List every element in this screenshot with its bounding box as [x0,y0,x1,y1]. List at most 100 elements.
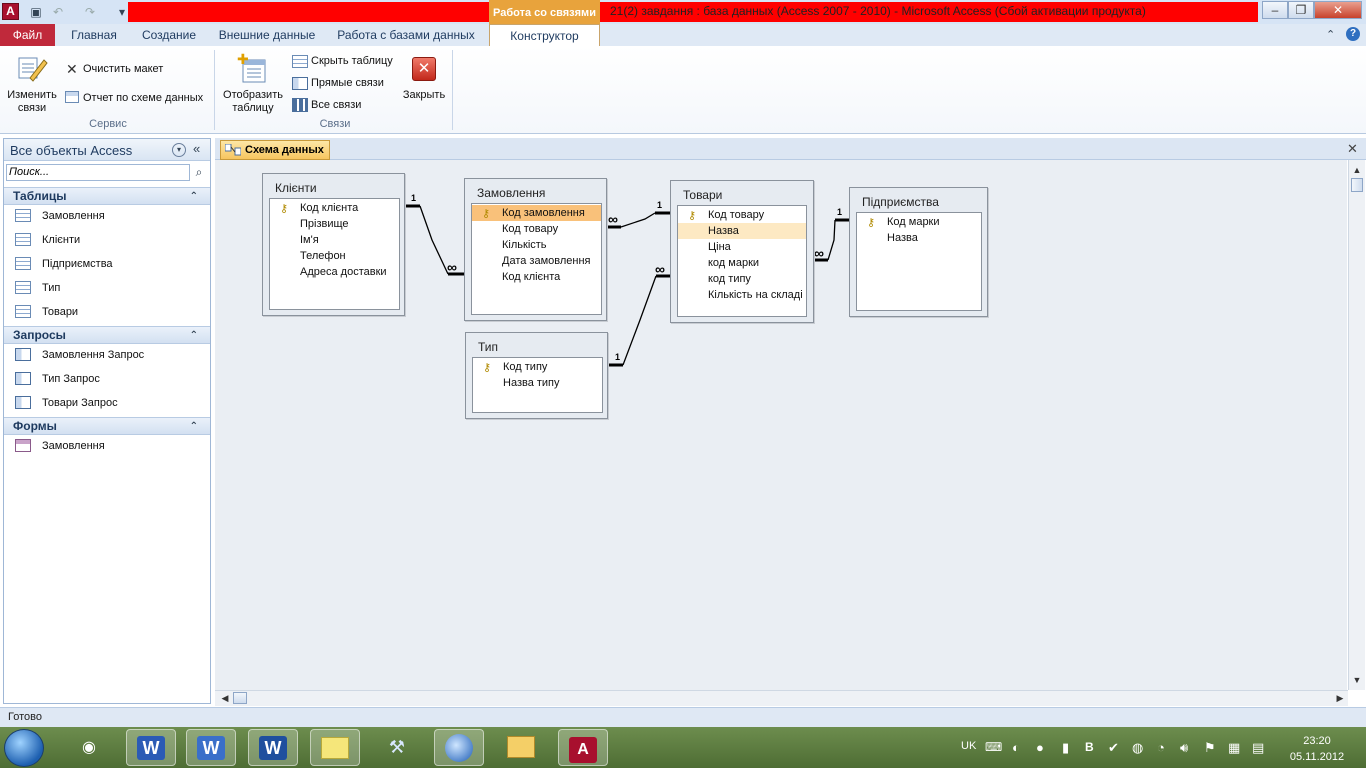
field-row[interactable]: ⚷ Код марки [857,214,981,230]
language-indicator[interactable]: UK [961,740,976,752]
tools-app-icon[interactable]: ⚒ [372,729,422,766]
system-clock[interactable]: 23:20 05.11.2012 [1282,733,1352,765]
folder-icon[interactable] [507,736,535,758]
field-row[interactable]: Адреса доставки [270,264,399,280]
field-name: Код замовлення [502,207,585,219]
keyboard-icon[interactable]: ⌨ [985,740,1002,754]
checkmark-icon[interactable]: ✔ [1108,740,1119,756]
field-name: Код клієнта [502,271,561,283]
field-row[interactable]: Код клієнта [472,269,601,285]
field-list[interactable]: ⚷ Код типу Назва типу [472,357,603,413]
vertical-scrollbar[interactable] [1348,160,1365,690]
field-name: Ціна [708,241,731,253]
table-box-goods[interactable]: Товари ⚷ Код товару Назва Ціна код марки … [670,180,814,323]
field-name: Код типу [503,361,548,373]
field-row[interactable]: ⚷ Код клієнта [270,200,399,216]
field-row[interactable]: код типу [678,271,806,287]
field-row[interactable]: Кількість на складі [678,287,806,303]
relation-many-label: ∞ [655,261,665,277]
field-row[interactable]: Ціна [678,239,806,255]
volume-icon[interactable]: 🔊︎ [1180,740,1188,756]
table-box-clients[interactable]: Клієнти ⚷ Код клієнта Прізвище Ім'я Телеф… [262,173,405,316]
relation-many-label: ∞ [447,259,457,275]
field-list[interactable]: ⚷ Код марки Назва [856,212,982,311]
field-row-selected[interactable]: ⚷ Код замовлення [472,205,601,221]
scroll-up-icon[interactable]: ▲ [1350,163,1364,177]
field-row[interactable]: Прізвище [270,216,399,232]
relation-one-label: 1 [657,200,663,210]
field-name: Ім'я [300,234,319,246]
relation-one-label: 1 [615,352,621,362]
webcam-app-icon[interactable]: ◉ [64,729,114,766]
field-name: Назва [708,225,739,237]
scroll-right-icon[interactable]: ▶ [1333,691,1347,705]
word-document-icon[interactable]: W [197,736,225,760]
table-box-title: Замовлення [477,186,546,200]
table-box-title: Товари [683,188,723,202]
horizontal-scrollbar[interactable] [215,690,1348,706]
table-box-title: Тип [478,340,499,354]
field-name: Прізвище [300,218,349,230]
wifi-icon[interactable]: ◔ [1157,740,1165,755]
field-list[interactable]: ⚷ Код замовлення Код товару Кількість Дат… [471,203,602,315]
word-document-icon[interactable]: W [259,736,287,760]
start-button[interactable] [4,729,44,767]
table-box-orders[interactable]: Замовлення ⚷ Код замовлення Код товару Кі… [464,178,607,321]
relation-many-label: ∞ [608,211,618,227]
field-name: Код товару [502,223,559,235]
field-row[interactable]: Назва [857,230,981,246]
field-name: Адреса доставки [300,266,387,278]
relation-one-label: 1 [837,207,843,217]
field-name: код марки [708,257,760,269]
field-row[interactable]: Назва типу [473,375,602,391]
horizontal-scroll-thumb[interactable] [233,692,247,704]
access-taskbar-icon[interactable]: A [569,737,597,763]
primary-key-icon: ⚷ [867,217,876,229]
table-box-title: Клієнти [275,181,317,195]
field-row[interactable]: код марки [678,255,806,271]
field-name: Назва типу [503,377,560,389]
ccleaner-icon[interactable]: ◐ [1012,740,1020,755]
primary-key-icon: ⚷ [280,203,289,215]
field-name: Кількість [502,239,547,251]
word-icon[interactable]: W [137,736,165,760]
field-row[interactable]: ⚷ Код товару [678,207,806,223]
field-row[interactable]: Ім'я [270,232,399,248]
sticky-notes-icon[interactable] [321,737,349,759]
field-name: Дата замовлення [502,255,591,267]
relationship-lines [405,204,850,367]
scroll-down-icon[interactable]: ▼ [1350,673,1364,687]
table-box-type[interactable]: Тип ⚷ Код типу Назва типу [465,332,608,419]
primary-key-icon: ⚷ [688,210,697,222]
field-name: Кількість на складі [708,289,803,301]
field-row[interactable]: Телефон [270,248,399,264]
bluetooth-icon[interactable]: B [1085,740,1094,754]
antivirus-icon[interactable]: ◍ [1132,740,1143,756]
battery-icon[interactable]: ▮ [1062,740,1069,756]
relation-many-label: ∞ [814,245,824,261]
field-row-highlighted[interactable]: Назва [678,223,806,239]
scroll-left-icon[interactable]: ◀ [218,691,232,705]
field-list[interactable]: ⚷ Код товару Назва Ціна код марки код тип… [677,205,807,317]
field-row[interactable]: Код товару [472,221,601,237]
field-name: код типу [708,273,751,285]
status-bar: Готово [0,707,1366,727]
field-row[interactable]: ⚷ Код типу [473,359,602,375]
field-row[interactable]: Кількість [472,237,601,253]
field-list[interactable]: ⚷ Код клієнта Прізвище Ім'я Телефон Адрес… [269,198,400,310]
field-name: Телефон [300,250,346,262]
primary-key-icon: ⚷ [482,208,491,220]
clock-date: 05.11.2012 [1289,751,1345,763]
media-player-icon[interactable] [445,734,473,762]
table-box-enterprises[interactable]: Підприємства ⚷ Код марки Назва [849,187,988,317]
relation-one-label: 1 [411,193,417,203]
clipboard-icon[interactable]: ▤ [1252,740,1264,756]
action-center-flag-icon[interactable]: ⚑ [1204,740,1216,756]
field-row[interactable]: Дата замовлення [472,253,601,269]
clock-time: 23:20 [1303,735,1331,747]
field-name: Код товару [708,209,765,221]
vertical-scroll-thumb[interactable] [1351,178,1363,192]
network-status-icon[interactable]: ● [1036,740,1044,755]
status-text: Готово [8,711,42,723]
display-icon[interactable]: ▦ [1228,740,1240,756]
